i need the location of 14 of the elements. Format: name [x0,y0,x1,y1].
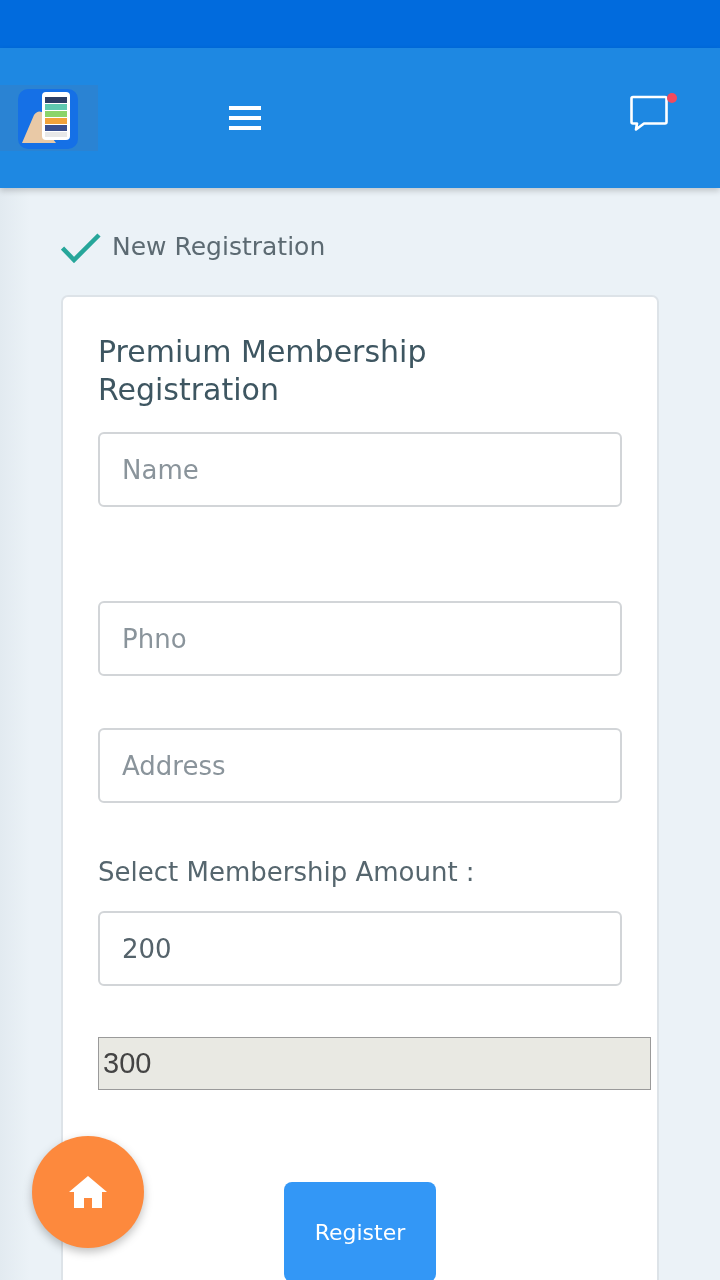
amount-field: 300 [98,1037,651,1090]
page-heading: New Registration [112,231,326,261]
text-field[interactable]: Name [98,432,622,507]
home-icon [68,1175,108,1209]
app-logo-icon[interactable] [0,85,98,151]
check-icon [61,233,101,263]
amount-label: Select Membership Amount : [98,856,476,889]
home-button[interactable] [32,1136,144,1248]
text-field[interactable]: Phno [98,601,622,676]
amount-field[interactable]: 200 [98,911,622,986]
chat-icon[interactable] [630,95,668,131]
form-title: Premium Membership Registration [98,333,428,409]
menu-icon[interactable] [229,106,261,130]
text-field[interactable]: Address [98,728,622,803]
